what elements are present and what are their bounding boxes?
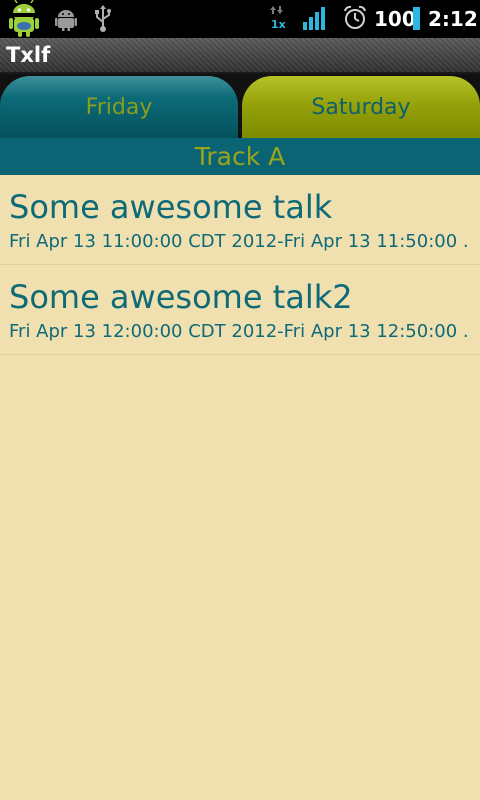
talk-time: Fri Apr 13 11:00:00 CDT 2012-Fri Apr 13 …: [9, 231, 469, 252]
track-name: Track A: [194, 142, 286, 171]
status-bar: 1x 100 2:12: [0, 0, 480, 38]
data-transfer-icon: 1x: [270, 6, 286, 31]
app-title: Txlf: [6, 43, 51, 67]
day-tabs: Friday Saturday: [0, 74, 480, 138]
tab-saturday-label: Saturday: [311, 94, 411, 120]
tab-saturday[interactable]: Saturday: [242, 76, 480, 138]
tab-friday[interactable]: Friday: [0, 76, 238, 138]
talk-title: Some awesome talk2: [9, 278, 353, 316]
android-notification-icon[interactable]: [6, 0, 42, 38]
talk-time: Fri Apr 13 12:00:00 CDT 2012-Fri Apr 13 …: [9, 321, 469, 342]
usb-icon: [95, 5, 111, 32]
track-header: Track A: [0, 138, 480, 175]
talk-list: Some awesome talk Fri Apr 13 11:00:00 CD…: [0, 175, 480, 355]
list-item[interactable]: Some awesome talk2 Fri Apr 13 12:00:00 C…: [0, 265, 480, 355]
alarm-clock-icon: [344, 5, 366, 29]
android-debug-icon: [55, 10, 77, 31]
app-title-bar: Txlf: [0, 38, 480, 74]
battery-level: 100: [374, 7, 416, 31]
battery-icon: [413, 7, 420, 30]
tab-friday-label: Friday: [85, 94, 153, 120]
svg-text:1x: 1x: [271, 18, 286, 31]
list-item[interactable]: Some awesome talk Fri Apr 13 11:00:00 CD…: [0, 175, 480, 265]
talk-title: Some awesome talk: [9, 188, 333, 226]
status-clock: 2:12: [428, 7, 478, 31]
signal-bars-icon: [303, 7, 325, 30]
